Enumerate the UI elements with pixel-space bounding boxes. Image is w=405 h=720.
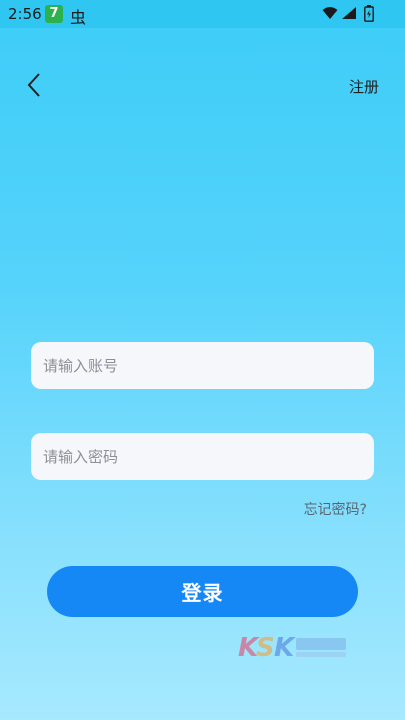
signal-icon bbox=[342, 7, 356, 19]
battery-icon bbox=[364, 5, 374, 22]
register-link[interactable]: 注册 bbox=[349, 76, 379, 97]
password-input[interactable] bbox=[31, 433, 374, 480]
svg-text:K: K bbox=[274, 633, 296, 662]
back-button[interactable] bbox=[22, 70, 48, 100]
notification-badge-icon: 7 bbox=[45, 5, 63, 23]
password-field[interactable] bbox=[31, 433, 374, 480]
svg-text:S: S bbox=[256, 633, 275, 662]
watermark-logo-icon: K S K bbox=[238, 633, 346, 662]
forgot-password-link[interactable]: 忘记密码? bbox=[304, 499, 367, 519]
account-field[interactable] bbox=[31, 342, 374, 389]
account-input[interactable] bbox=[31, 342, 374, 389]
status-time: 2:56 bbox=[8, 5, 42, 23]
login-screen: 2:56 7 虫 注册 忘记密码? 登录 K S K bbox=[0, 0, 405, 720]
status-bar: 2:56 7 虫 bbox=[0, 0, 405, 28]
wifi-icon bbox=[322, 7, 338, 19]
bug-icon: 虫 bbox=[70, 8, 87, 27]
login-button[interactable]: 登录 bbox=[47, 566, 358, 617]
chevron-left-icon bbox=[27, 73, 40, 97]
